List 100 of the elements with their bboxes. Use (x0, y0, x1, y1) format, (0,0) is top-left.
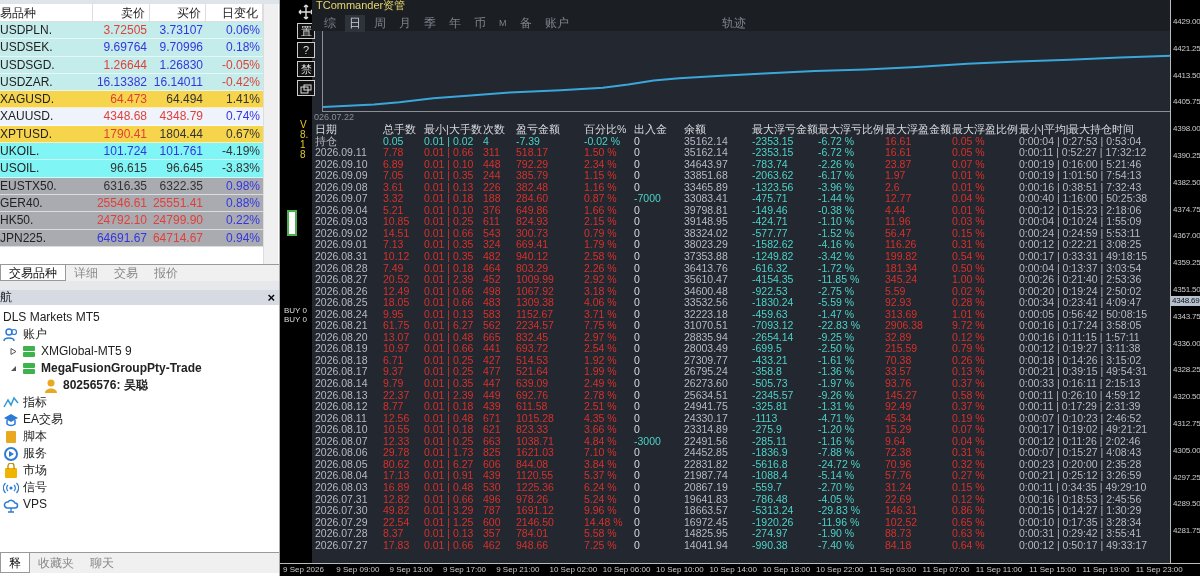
table-cell-text: 32223.18 (684, 308, 729, 321)
table-cell-text: 948.66 (516, 539, 550, 552)
view-tab[interactable]: 备 (515, 15, 536, 32)
user-icon (43, 377, 59, 394)
graduation-cap-icon (3, 411, 19, 428)
window-title: TCommander资管 (315, 0, 407, 11)
table-cell-text: 0:00:12 | 0:15:23 | 2:18:06 (1019, 204, 1143, 217)
view-tab[interactable]: M (495, 15, 511, 32)
change-cell: 0.06% (206, 22, 263, 40)
table-cell-text: 0:00:11 | 0:52:27 | 17:32:12 (1019, 147, 1148, 159)
table-cell-text: 0:00:05 | 0:56:42 | 50:08:15 (1019, 308, 1149, 321)
tree-item[interactable]: DLS Markets MT5 (3, 309, 100, 326)
symbol-cell[interactable]: USOIL. (0, 160, 93, 178)
tree-item[interactable]: MegaFusionGroupPty-Trade (41, 360, 202, 377)
view-tab[interactable]: 轨迹 (717, 15, 750, 32)
collapse-icon[interactable] (10, 365, 17, 372)
table-cell-text: 0 (634, 297, 641, 309)
table-cell-text: 639.09 (516, 378, 550, 390)
scroll-bar[interactable] (263, 4, 278, 264)
tree-item[interactable]: 80256576: 吴聪 (63, 377, 148, 394)
tree-item[interactable]: EA交易 (23, 411, 63, 428)
table-cell-text: 0.01 | 3.29 (424, 505, 475, 517)
axis-tick-label: 4367.00 (1172, 231, 1200, 242)
table-cell-text: 146.31 (885, 505, 919, 517)
table-cell-text: -11.85 % (818, 274, 861, 286)
view-tab[interactable]: 月 (395, 15, 415, 32)
tree-item[interactable]: 信号 (23, 479, 47, 496)
table-cell-text: 2026.09.04 (315, 204, 369, 217)
symbol-cell[interactable]: UKOIL. (0, 143, 93, 161)
table-cell-text: -616.32 (752, 262, 789, 275)
table-cell-text: -459.63 (752, 308, 789, 321)
axis-tick-label: 4297.25 (1172, 472, 1200, 483)
table-cell-text: 2026.09.08 (315, 181, 369, 194)
table-cell-text: -1.44 % (818, 193, 856, 205)
tree-item[interactable]: VPS (23, 496, 47, 513)
view-tab[interactable]: 年 (445, 15, 465, 32)
toolbar-button[interactable]: 置 (297, 23, 315, 39)
toolbar-button[interactable]: ? (297, 42, 315, 58)
table-cell-text: 2026.07.28 (315, 528, 369, 540)
view-tab[interactable]: 综 (320, 15, 340, 32)
table-cell-text: -7.40 % (818, 539, 856, 552)
table-cell-text: -1836.9 (752, 447, 789, 459)
view-tab[interactable]: 日 (345, 15, 365, 32)
axis-tick-label: 4413.50 (1172, 70, 1200, 81)
table-cell-text: 0:00:19 | 1:01:50 | 7:54:13 (1019, 170, 1143, 182)
axis-tick-label: 4328.25 (1172, 365, 1200, 376)
table-cell-text: 2026.07.31 (315, 493, 369, 506)
symbol-cell[interactable]: XAUUSD. (0, 108, 93, 126)
expand-icon[interactable] (10, 348, 17, 355)
table-cell-text: 23314.89 (684, 424, 729, 436)
symbol-cell[interactable]: XAGUSD. (0, 91, 93, 109)
axis-tick-label: 4351.50 (1172, 284, 1200, 295)
table-cell-text: -699.5 (752, 343, 783, 355)
table-cell-text: 2026.08.06 (315, 447, 369, 459)
table-cell-text: 1225.36 (516, 481, 555, 494)
table-cell-text: 0 (634, 262, 641, 275)
table-cell-text: 0:00:12 | 0:19:27 | 3:11:38 (1019, 343, 1142, 355)
tree-item[interactable]: XMGlobal-MT5 9 (41, 343, 132, 360)
symbol-cell[interactable]: USDPLN. (0, 22, 93, 40)
table-cell-text: 0 (634, 239, 641, 251)
window-icon[interactable] (297, 80, 315, 96)
panel-tab[interactable]: 释 (0, 553, 30, 573)
price-cell: 96.615 (93, 160, 150, 178)
move-icon[interactable] (298, 4, 314, 20)
table-cell-text: 31070.51 (684, 320, 729, 332)
view-tab[interactable]: 账户 (540, 15, 573, 32)
panel-tab[interactable]: 交易品种 (0, 265, 66, 281)
table-cell-text: 2026.08.18 (315, 354, 369, 367)
table-cell-text: 611 (483, 216, 501, 228)
table-cell-text: 1015.28 (516, 412, 555, 425)
toolbar-button[interactable]: 禁 (297, 61, 315, 77)
table-cell-text: 0.64 % (952, 539, 986, 552)
table-cell-text: 0 (634, 493, 641, 506)
table-cell-text: -2345.57 (752, 389, 795, 402)
view-tab[interactable]: 币 (470, 15, 490, 32)
tree-item[interactable]: 服务 (23, 445, 47, 462)
table-cell-text: -2.50 % (818, 343, 856, 355)
table-cell-text: 0 (634, 204, 641, 217)
table-cell-text: -505.73 (752, 378, 789, 390)
axis-tick-label: 11 Sep 19:00 (1082, 564, 1131, 576)
tree-item[interactable]: 市场 (23, 462, 47, 479)
view-tab[interactable]: 季 (420, 15, 440, 32)
tree-item[interactable]: 指标 (23, 394, 47, 411)
table-cell-text: 2.58 % (584, 251, 618, 263)
table-cell-text: -29.83 % (818, 505, 862, 517)
table-cell-text: 9.37 (383, 366, 405, 379)
price-cell: 4348.68 (93, 108, 150, 126)
table-cell-text: 0:00:26 | 0:21:40 | 2:53:36 (1019, 274, 1143, 286)
view-tab[interactable]: 周 (370, 15, 390, 32)
table-cell-text: 1.01 % (952, 308, 986, 321)
table-cell-text: 35162.14 (684, 147, 729, 159)
table-cell-text: -7.88 % (818, 447, 856, 459)
tree-item[interactable]: 脚本 (23, 428, 47, 445)
symbol-cell[interactable]: HK50. (0, 212, 93, 230)
table-cell-text: 9.64 (885, 435, 907, 448)
table-cell-text: 2026.09.10 (315, 158, 369, 171)
symbol-cell[interactable]: USDSEK. (0, 39, 93, 57)
table-cell-text: 2026.08.12 (315, 401, 369, 413)
tree-item[interactable]: 账户 (23, 326, 47, 343)
close-button[interactable]: × (267, 290, 279, 305)
